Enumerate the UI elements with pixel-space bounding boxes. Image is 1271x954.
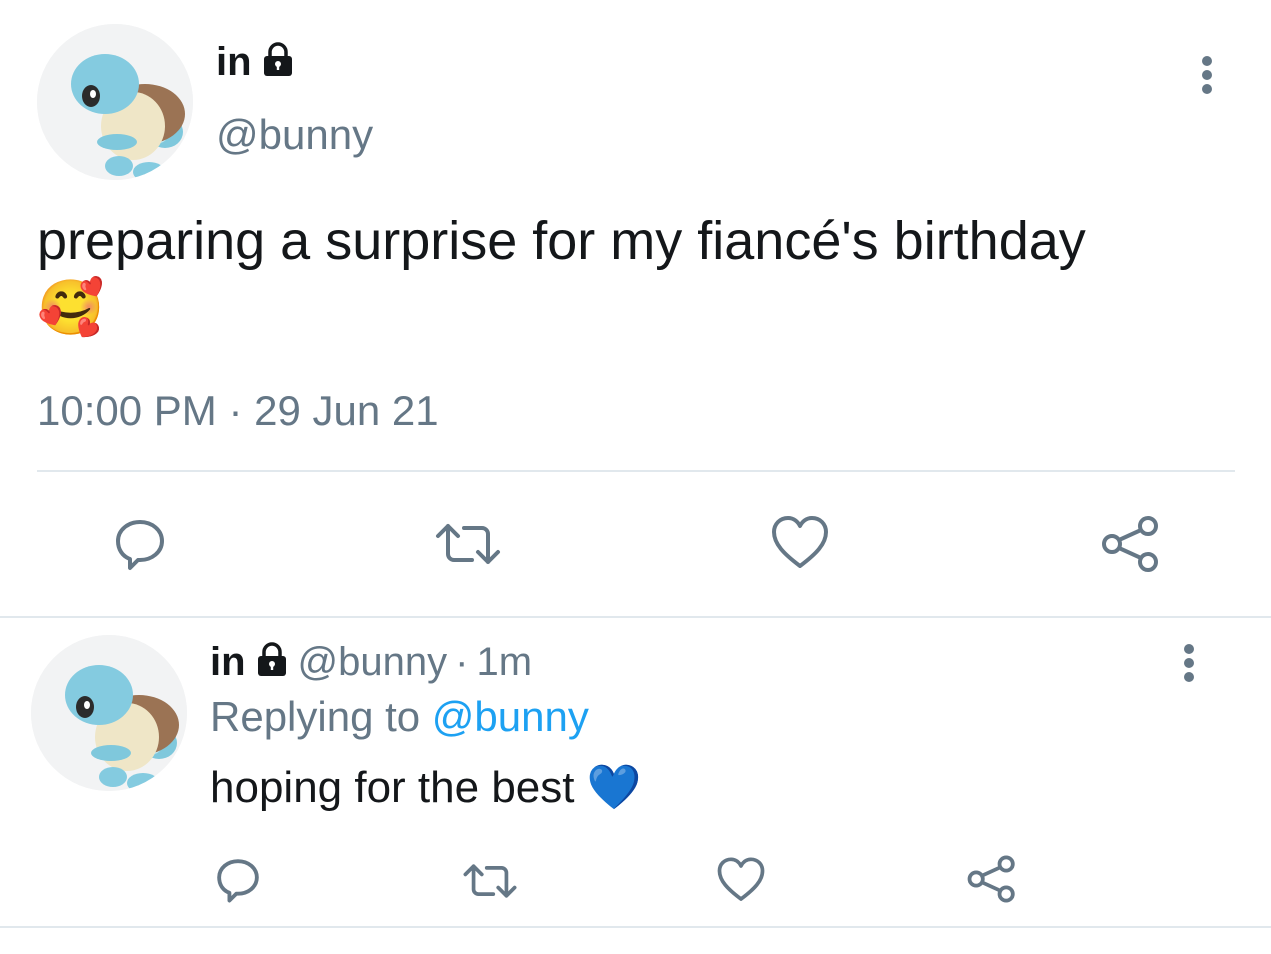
squirtle-avatar-image — [31, 635, 187, 791]
display-name[interactable]: in — [216, 38, 252, 86]
tweet-timestamp: 10:00 PM · 29 Jun 21 — [37, 386, 439, 436]
lock-icon — [260, 41, 296, 83]
reply-icon[interactable] — [214, 856, 262, 904]
reply-display-name[interactable]: in — [210, 640, 246, 685]
heart-icon[interactable] — [770, 514, 830, 572]
handle[interactable]: @bunny — [216, 110, 373, 160]
more-vertical-icon[interactable] — [1196, 56, 1218, 94]
reply-emoji: 💙 — [586, 763, 642, 812]
reply-text: hoping for the best — [210, 763, 575, 812]
tweet-text: preparing a surprise for my fiancé's bir… — [37, 211, 1086, 271]
tweet-time: 10:00 PM — [37, 387, 217, 434]
reply-header: in @bunny · 1m — [210, 638, 532, 686]
section-divider — [0, 616, 1271, 618]
replying-to-handle[interactable]: @bunny — [432, 693, 589, 740]
heart-icon[interactable] — [716, 856, 766, 904]
squirtle-avatar-image — [37, 24, 193, 180]
replying-to-label: Replying to — [210, 693, 421, 740]
tweet-date: 29 Jun 21 — [254, 387, 439, 434]
reply-age: 1m — [476, 639, 533, 684]
timestamp-separator: · — [228, 387, 243, 434]
reply-avatar[interactable] — [31, 635, 187, 791]
tweet-emoji: 🥰 — [37, 278, 105, 338]
share-icon[interactable] — [966, 854, 1018, 904]
tweet-divider — [37, 470, 1235, 472]
retweet-icon[interactable] — [432, 516, 504, 572]
retweet-icon[interactable] — [460, 858, 520, 904]
reply-icon[interactable] — [112, 516, 168, 572]
replying-to-line: Replying to @bunny — [210, 692, 589, 742]
reply-handle[interactable]: @bunny — [298, 640, 448, 685]
reply-text-line: hoping for the best 💙 — [210, 762, 642, 814]
more-vertical-icon[interactable] — [1178, 644, 1200, 682]
share-icon[interactable] — [1100, 514, 1162, 574]
avatar[interactable] — [37, 24, 193, 180]
lock-icon — [254, 641, 290, 683]
bottom-divider — [0, 926, 1271, 928]
reply-separator: · — [455, 639, 469, 684]
